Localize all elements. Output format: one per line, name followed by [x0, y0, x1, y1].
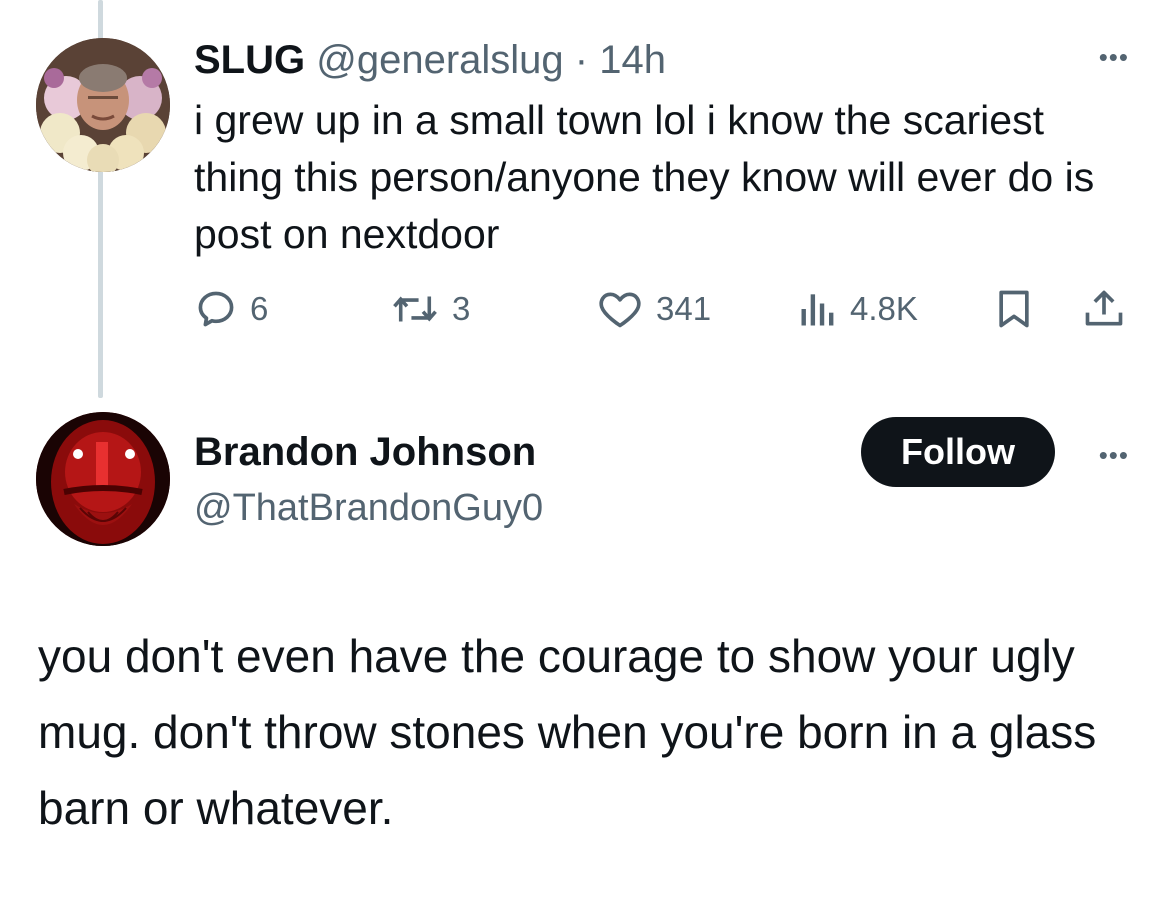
avatar-slug-image — [36, 38, 170, 172]
tweet2-handle[interactable]: @ThatBrandonGuy0 — [194, 484, 543, 532]
avatar-brandon[interactable] — [36, 412, 170, 546]
repost-button[interactable]: 3 — [390, 284, 470, 334]
heart-icon — [599, 292, 641, 328]
like-button[interactable]: 341 — [596, 284, 711, 334]
tweet1-more-button[interactable]: ••• — [1099, 44, 1129, 70]
share-button[interactable] — [1082, 284, 1126, 334]
like-count: 341 — [656, 290, 712, 327]
reply-count: 6 — [250, 290, 269, 327]
repost-icon — [393, 296, 437, 322]
repost-count: 3 — [452, 290, 471, 327]
reply-icon — [198, 291, 234, 327]
tweet1-action-bar: 6 3 341 4.8K — [194, 284, 1134, 334]
tweet1-separator: · — [574, 38, 589, 82]
more-icon: ••• — [1098, 42, 1129, 72]
bookmark-icon — [999, 290, 1029, 328]
avatar-brandon-image — [36, 412, 170, 546]
views-button[interactable]: 4.8K — [798, 284, 918, 334]
tweet2-more-button[interactable]: ••• — [1099, 442, 1129, 468]
tweet1-text: i grew up in a small town lol i know the… — [194, 97, 1095, 257]
avatar-slug[interactable] — [36, 38, 170, 172]
tweet1-handle[interactable]: @generalslug — [316, 38, 563, 82]
share-icon — [1085, 290, 1123, 326]
more-icon: ••• — [1098, 440, 1129, 470]
tweet1-header: SLUG @generalslug · 14h — [194, 36, 666, 84]
reply-button[interactable]: 6 — [194, 284, 268, 334]
tweet-thread: SLUG @generalslug · 14h ••• i grew up in… — [0, 0, 1169, 900]
follow-button[interactable]: Follow — [861, 417, 1055, 487]
bookmark-button[interactable] — [994, 284, 1034, 334]
tweet2-text: you don't even have the courage to show … — [38, 630, 1097, 834]
views-count: 4.8K — [850, 290, 918, 327]
tweet1-time[interactable]: 14h — [599, 38, 666, 82]
views-icon — [801, 294, 834, 326]
tweet2-display-name[interactable]: Brandon Johnson — [194, 428, 536, 476]
tweet1-display-name[interactable]: SLUG — [194, 38, 305, 82]
